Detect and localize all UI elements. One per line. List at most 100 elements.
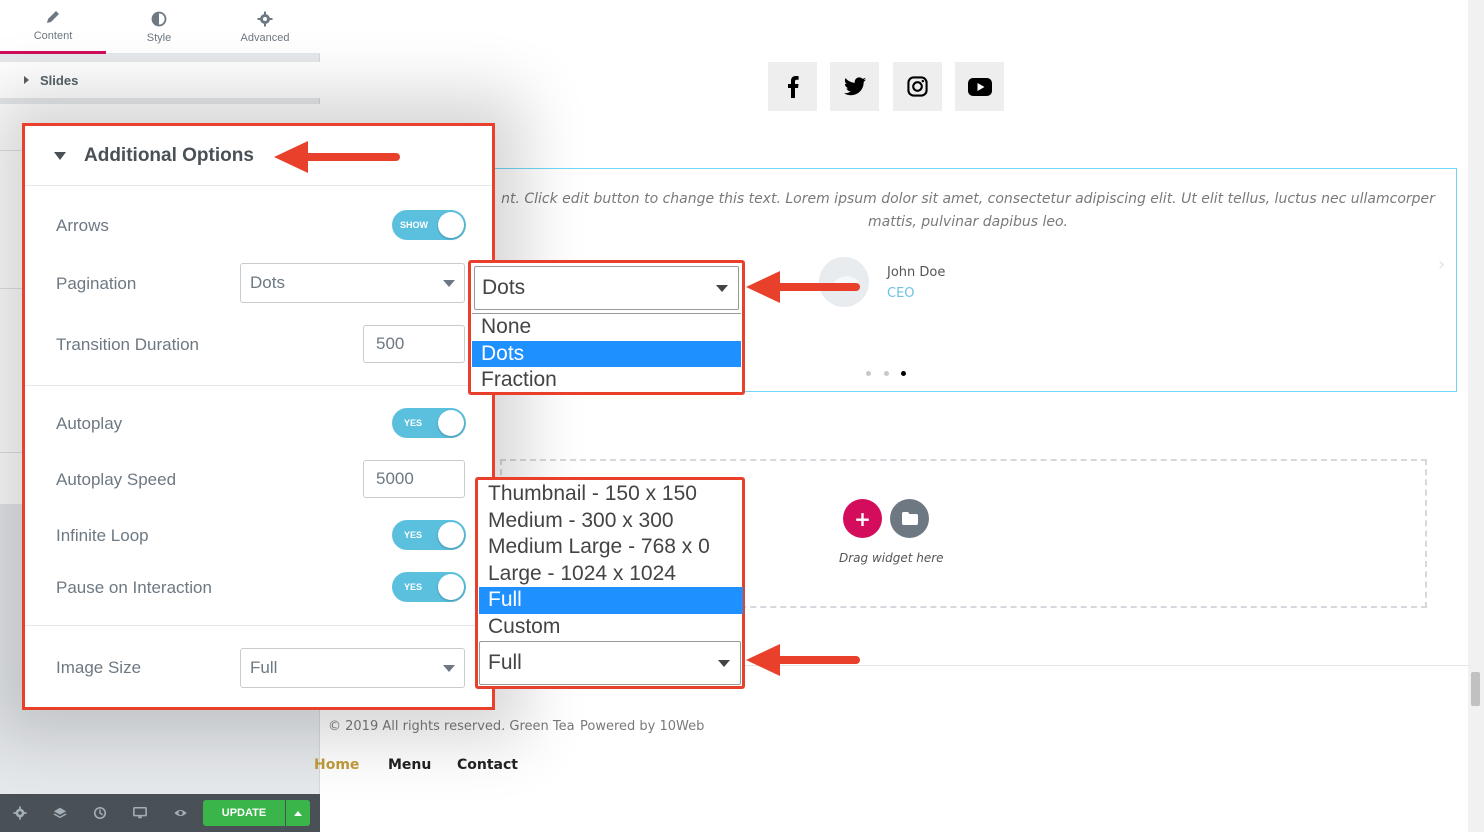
pagination-dropdown: Dots None Dots Fraction	[468, 260, 745, 395]
image-size-dropdown-value: Full	[488, 651, 522, 674]
youtube-icon	[967, 77, 992, 96]
social-youtube[interactable]	[955, 62, 1004, 111]
divider	[0, 288, 22, 289]
chevron-down-icon	[443, 280, 455, 287]
toggle-state-text: YES	[404, 582, 423, 592]
image-size-dropdown-select[interactable]: Full	[479, 641, 741, 685]
pause-on-interaction-toggle[interactable]: YES	[392, 572, 466, 602]
add-template-button[interactable]	[890, 499, 929, 538]
pagination-dropdown-value: Dots	[482, 276, 526, 299]
divider	[25, 385, 492, 386]
arrows-toggle[interactable]: SHOW	[392, 210, 466, 240]
chevron-right-icon[interactable]: ›	[1438, 254, 1445, 275]
scrollbar-track[interactable]	[1468, 0, 1484, 832]
pagination-label: Pagination	[56, 274, 137, 293]
toggle-knob	[438, 212, 464, 238]
powered-by-text: Powered by 10Web	[580, 719, 705, 734]
toggle-knob	[438, 410, 464, 436]
gear-icon	[257, 11, 273, 26]
image-size-option-full[interactable]: Full	[479, 587, 743, 614]
social-twitter[interactable]	[830, 62, 879, 111]
tab-content-label: Content	[33, 30, 73, 42]
callout-arrow-icon	[746, 644, 860, 676]
section-title: Additional Options	[84, 144, 254, 166]
author-name: John Doe	[887, 265, 946, 280]
additional-options-panel: Additional Options Arrows SHOW Paginatio…	[22, 123, 495, 710]
tab-advanced[interactable]: Advanced	[212, 0, 318, 54]
chevron-down-icon	[716, 285, 728, 292]
pagination-options-list: None Dots Fraction	[472, 313, 741, 394]
folder-icon	[901, 512, 918, 525]
pagination-dropdown-select[interactable]: Dots	[474, 266, 739, 310]
transition-duration-input[interactable]: 500	[363, 325, 465, 363]
layers-icon[interactable]	[49, 802, 71, 824]
pagination-select-value: Dots	[250, 273, 285, 292]
pagination-option-fraction[interactable]: Fraction	[472, 367, 741, 394]
scrollbar-thumb[interactable]	[1471, 672, 1480, 706]
autoplay-label: Autoplay	[56, 414, 123, 433]
add-section-button[interactable]: +	[843, 499, 882, 538]
preview-eye-icon[interactable]	[169, 802, 191, 824]
image-size-select-value: Full	[250, 658, 278, 677]
panel-tabs: Content Style Advanced	[0, 0, 320, 54]
toggle-state-text: YES	[404, 418, 423, 428]
twitter-icon	[843, 77, 866, 96]
image-size-option-custom[interactable]: Custom	[479, 614, 743, 641]
infinite-loop-label: Infinite Loop	[56, 526, 149, 545]
chevron-down-icon	[443, 665, 455, 672]
toggle-state-text: SHOW	[400, 220, 428, 230]
instagram-icon	[907, 76, 928, 97]
menu-link-home[interactable]: Home	[314, 757, 359, 773]
pagination-dot-active[interactable]	[901, 371, 906, 376]
copyright-text: © 2019 All rights reserved. Green Tea	[328, 719, 575, 734]
tab-advanced-label: Advanced	[240, 31, 290, 44]
pagination-select[interactable]: Dots	[240, 263, 465, 303]
section-slides[interactable]: Slides	[0, 62, 320, 98]
pause-on-interaction-label: Pause on Interaction	[56, 578, 212, 597]
toggle-knob	[438, 522, 464, 548]
history-icon[interactable]	[89, 802, 111, 824]
section-slides-label: Slides	[40, 72, 79, 88]
image-size-select[interactable]: Full	[240, 648, 465, 688]
arrows-label: Arrows	[56, 216, 109, 235]
callout-arrow-icon	[274, 141, 400, 173]
additional-options-header[interactable]: Additional Options	[25, 126, 492, 186]
contrast-icon	[151, 11, 167, 26]
image-size-option-large[interactable]: Large - 1024 x 1024	[479, 561, 743, 588]
testimonial-text: nt. Click edit button to change this tex…	[501, 191, 1435, 230]
image-size-option-medium[interactable]: Medium - 300 x 300	[479, 508, 743, 535]
pagination-dot[interactable]	[866, 371, 871, 376]
tab-content[interactable]: Content	[0, 0, 106, 54]
pagination-option-none[interactable]: None	[472, 314, 741, 341]
update-button[interactable]: UPDATE	[203, 800, 285, 826]
divider	[25, 625, 492, 626]
pagination-dot[interactable]	[884, 371, 889, 376]
autoplay-toggle[interactable]: YES	[392, 408, 466, 438]
social-facebook[interactable]	[768, 62, 817, 111]
infinite-loop-toggle[interactable]: YES	[392, 520, 466, 550]
caret-right-icon	[24, 76, 29, 84]
pencil-icon	[47, 11, 59, 23]
update-options-button[interactable]	[286, 800, 310, 826]
autoplay-speed-label: Autoplay Speed	[56, 470, 177, 489]
image-size-option-medium-large[interactable]: Medium Large - 768 x 0	[479, 534, 743, 561]
plus-icon: +	[854, 506, 871, 531]
autoplay-speed-input[interactable]: 5000	[363, 460, 465, 498]
caret-down-icon	[54, 151, 66, 160]
settings-icon[interactable]	[9, 802, 31, 824]
social-instagram[interactable]	[893, 62, 942, 111]
callout-arrow-icon	[746, 271, 860, 303]
responsive-icon[interactable]	[129, 802, 151, 824]
image-size-option-thumbnail[interactable]: Thumbnail - 150 x 150	[479, 481, 743, 508]
image-size-label: Image Size	[56, 658, 142, 677]
menu-link-menu[interactable]: Menu	[388, 757, 431, 773]
divider	[0, 452, 22, 453]
facebook-icon	[787, 75, 799, 98]
menu-link-contact[interactable]: Contact	[457, 757, 518, 773]
divider	[0, 150, 22, 151]
transition-duration-label: Transition Duration	[56, 335, 199, 354]
tab-style[interactable]: Style	[106, 0, 212, 54]
pagination-option-dots[interactable]: Dots	[472, 340, 741, 367]
author-role: CEO	[887, 286, 915, 301]
tab-style-label: Style	[146, 31, 172, 44]
